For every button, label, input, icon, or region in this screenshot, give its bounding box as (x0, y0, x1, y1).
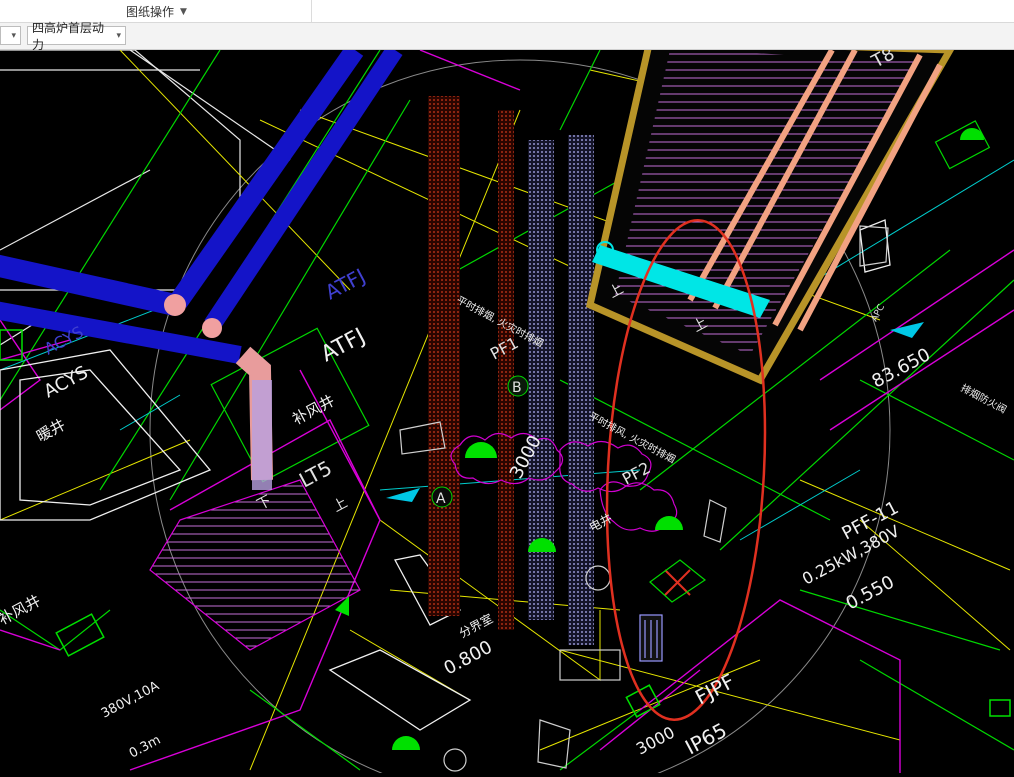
label-pf1: PF1 (487, 333, 522, 363)
chevron-down-icon: ▾ (11, 30, 16, 41)
menu-divider (311, 0, 312, 22)
label-note-right: 排烟防火阀 (959, 381, 1009, 416)
floor-select-value: 四高炉首层动力 (32, 20, 105, 52)
label-dim-03m: 0.3m (127, 733, 163, 762)
label-up: 上 (330, 495, 350, 516)
layer-dropdown[interactable]: ▾ (0, 26, 21, 45)
arrow-markers (386, 322, 924, 502)
chevron-down-icon: ▼ (180, 6, 187, 17)
floor-select[interactable]: 四高炉首层动力 ▾ (27, 21, 126, 52)
toolbar: ▾ 四高炉首层动力 ▾ (0, 21, 1014, 52)
shaft-pf1-red (428, 96, 460, 616)
marker-a-label: A (436, 491, 446, 507)
label-fjpf: FJPF (691, 669, 738, 709)
red-x-box (649, 559, 707, 603)
cad-drawing[interactable]: B A ATFJ ATFJ ACYS ACYS 暖井 补风井 补风井 LT5 下… (0, 36, 1014, 777)
label-atfj-top: ATFJ (321, 264, 369, 305)
label-apc: APC (870, 303, 887, 323)
label-nuanjing: 暖井 (33, 416, 68, 446)
staircase-hatch (149, 479, 361, 651)
label-power-380: 380V,10A (99, 679, 162, 722)
label-elev-0550: 0.550 (842, 572, 897, 615)
drawing-operations-menu[interactable]: 图纸操作 ▼ (126, 3, 187, 20)
duct-elbow-1 (164, 294, 186, 316)
label-ip65: IP65 (681, 718, 731, 760)
label-elev-0800: 0.800 (440, 637, 495, 680)
label-atfj: ATFJ (317, 324, 369, 368)
label-fenjieshi: 分界室 (456, 610, 495, 640)
label-dim-3000-bottom: 3000 (633, 723, 678, 759)
cad-viewport[interactable]: B A ATFJ ATFJ ACYS ACYS 暖井 补风井 补风井 LT5 下… (0, 36, 1014, 777)
label-acys: ACYS (40, 362, 91, 402)
drawing-operations-label: 图纸操作 (126, 5, 175, 19)
label-bufengjing-left: 补风井 (0, 592, 44, 629)
menu-bar: 图纸操作 ▼ (0, 0, 1014, 23)
shaft-red-2 (498, 110, 514, 630)
chevron-down-icon: ▾ (116, 30, 121, 41)
label-bufengjing: 补风井 (289, 392, 337, 429)
marker-b-label: B (512, 380, 522, 396)
duct-elbow-2 (202, 318, 222, 338)
red-x-mark (664, 569, 691, 596)
